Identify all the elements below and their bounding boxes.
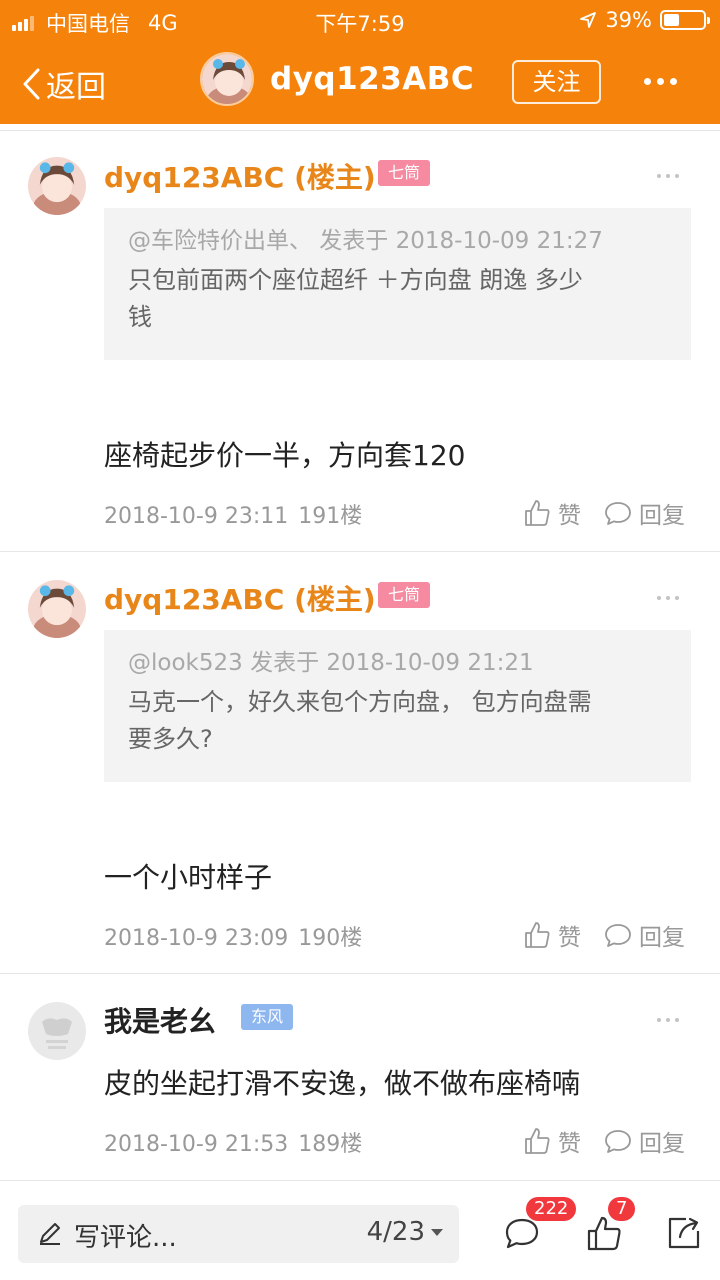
like-label: 赞 — [558, 925, 581, 951]
quoted-reply[interactable]: @车险特价出单、 发表于 2018-10-09 21:27 只包前面两个座位超纤… — [104, 208, 691, 360]
location-arrow-icon — [580, 12, 597, 28]
reply-label: 回复 — [639, 503, 685, 529]
post-date: 2018-10-9 23:09 — [104, 926, 289, 951]
reply-button[interactable]: 回复 — [603, 918, 685, 952]
quote-body: 只包前面两个座位超纤 ＋方向盘 朗逸 多少 钱 — [128, 262, 667, 336]
status-bar: 中国电信 4G 下午7:59 39% — [0, 0, 720, 40]
dropdown-caret-icon — [431, 1228, 443, 1236]
post-menu-icon[interactable] — [657, 1018, 679, 1022]
like-button[interactable]: 赞 — [522, 918, 581, 952]
post-text: 一个小时样子 — [104, 861, 273, 894]
like-label: 赞 — [558, 1131, 581, 1157]
divider — [0, 973, 720, 974]
follow-button[interactable]: 关注 — [512, 60, 601, 104]
share-button[interactable] — [664, 1213, 704, 1253]
username[interactable]: dyq123ABC (楼主) — [104, 156, 376, 196]
divider — [0, 551, 720, 552]
battery-icon — [660, 10, 710, 30]
reply-icon — [605, 1130, 631, 1153]
post-meta: 2018-10-9 21:53 189楼 — [104, 1126, 362, 1158]
avatar[interactable] — [28, 580, 86, 638]
like-label: 赞 — [558, 503, 581, 529]
pencil-icon — [40, 1223, 60, 1245]
page-selector[interactable]: 4/23 — [367, 1217, 443, 1247]
floor-number: 189楼 — [298, 1132, 363, 1157]
post-menu-icon[interactable] — [657, 596, 679, 600]
quote-line: 要多久? — [128, 725, 213, 753]
floor-number: 190楼 — [298, 926, 363, 951]
reply-label: 回复 — [639, 925, 685, 951]
level-badge: 七筒 — [378, 582, 431, 608]
post-date: 2018-10-9 21:53 — [104, 1132, 289, 1157]
like-button[interactable]: 赞 — [522, 1124, 581, 1158]
back-chevron-icon — [23, 68, 40, 100]
top-bar: 中国电信 4G 下午7:59 39% 返回 dyq123ABC 关注 — [0, 0, 720, 124]
post-text: 座椅起步价一半，方向套120 — [104, 439, 466, 472]
post-actions: 赞 回复 — [522, 496, 685, 530]
quote-line: 马克一个，好久来包个方向盘， 包方向盘需 — [128, 688, 592, 716]
like-count-badge: 7 — [608, 1197, 636, 1221]
comment-input[interactable]: 写评论... 4/23 — [18, 1205, 459, 1263]
quoted-reply[interactable]: @look523 发表于 2018-10-09 21:21 马克一个，好久来包个… — [104, 630, 691, 782]
username[interactable]: dyq123ABC (楼主) — [104, 578, 376, 618]
quote-header: @车险特价出单、 发表于 2018-10-09 21:27 — [128, 228, 603, 254]
bottom-bar: 写评论... 4/23 222 7 — [0, 1180, 720, 1280]
floor-number: 191楼 — [298, 504, 363, 529]
username[interactable]: 我是老幺 — [104, 1000, 216, 1040]
avatar[interactable] — [28, 157, 86, 215]
avatar[interactable] — [28, 1002, 86, 1060]
battery-percent: 39% — [605, 8, 652, 32]
nav-user[interactable]: dyq123ABC — [200, 52, 474, 106]
share-icon — [668, 1217, 700, 1249]
more-icon[interactable] — [644, 78, 677, 85]
post-meta: 2018-10-9 23:09 190楼 — [104, 920, 362, 952]
reply-button[interactable]: 回复 — [603, 496, 685, 530]
nav-bar: 返回 dyq123ABC 关注 — [0, 40, 720, 124]
like-icon — [525, 1128, 550, 1154]
nav-title: dyq123ABC — [270, 61, 475, 97]
page-indicator: 4/23 — [366, 1217, 425, 1247]
avatar[interactable] — [200, 52, 254, 106]
quote-header: @look523 发表于 2018-10-09 21:21 — [128, 650, 534, 676]
post-actions: 赞 回复 — [522, 918, 685, 952]
reply-button[interactable]: 回复 — [603, 1124, 685, 1158]
divider — [0, 130, 720, 131]
reply-label: 回复 — [639, 1131, 685, 1157]
reply-icon — [605, 502, 631, 525]
level-badge: 七筒 — [378, 160, 431, 186]
back-label: 返回 — [46, 70, 106, 105]
reply-icon — [605, 924, 631, 947]
like-icon — [525, 922, 550, 948]
post-date: 2018-10-9 23:11 — [104, 504, 289, 529]
quote-line: 钱 — [128, 303, 152, 331]
back-button[interactable]: 返回 — [20, 62, 106, 106]
post-actions: 赞 回复 — [522, 1124, 685, 1158]
level-badge: 东风 — [241, 1004, 294, 1030]
comment-count-badge: 222 — [526, 1197, 577, 1221]
post-meta: 2018-10-9 23:11 191楼 — [104, 498, 362, 530]
comment-placeholder: 写评论... — [74, 1223, 177, 1253]
post-text: 皮的坐起打滑不安逸，做不做布座椅喃 — [104, 1067, 581, 1100]
post-menu-icon[interactable] — [657, 174, 679, 178]
status-right: 39% — [579, 8, 710, 32]
quote-body: 马克一个，好久来包个方向盘， 包方向盘需 要多久? — [128, 684, 667, 758]
like-button[interactable]: 赞 — [522, 496, 581, 530]
quote-line: 只包前面两个座位超纤 ＋方向盘 朗逸 多少 — [128, 266, 583, 294]
like-icon — [525, 500, 550, 526]
